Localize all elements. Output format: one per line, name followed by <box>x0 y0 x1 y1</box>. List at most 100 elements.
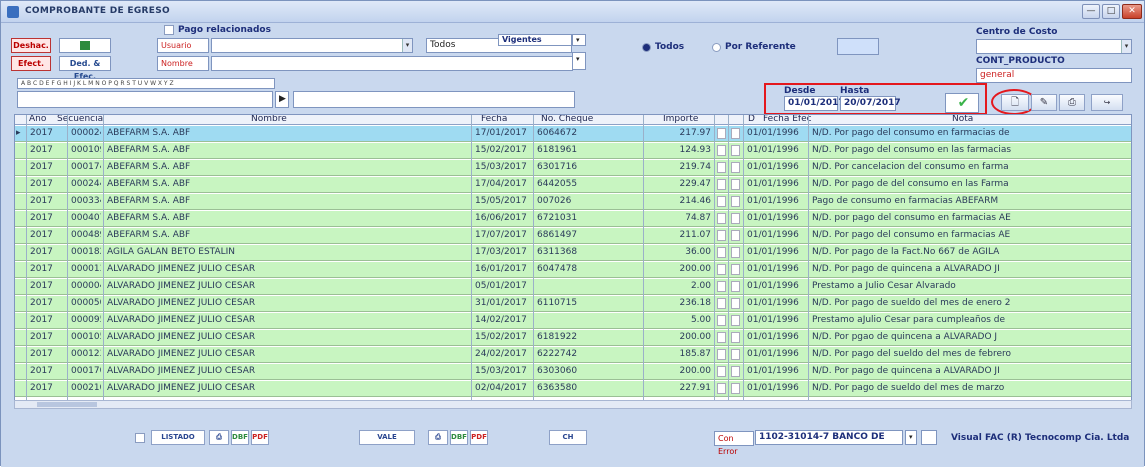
vale-printer-icon[interactable]: ⎙ <box>428 430 448 445</box>
table-row[interactable]: 2017 000004 ALVARADO JIMENEZ JULIO CESAR 05… <box>15 279 1131 295</box>
printer-icon[interactable]: ⎙ <box>209 430 229 445</box>
row-checkbox[interactable] <box>731 264 740 275</box>
pdf-icon-listado[interactable]: PDF <box>251 430 269 445</box>
row-checkbox[interactable] <box>731 162 740 173</box>
row-checkbox[interactable] <box>717 230 726 241</box>
row-checkbox[interactable] <box>731 315 740 326</box>
search-input-2[interactable] <box>293 91 575 108</box>
row-checkbox[interactable] <box>717 128 726 139</box>
banco-chevron-icon[interactable]: ▾ <box>905 430 917 445</box>
row-checkbox[interactable] <box>717 366 726 377</box>
new-document-icon[interactable]: 🗋 <box>1001 94 1029 111</box>
row-checkbox[interactable] <box>717 196 726 207</box>
row-checkbox[interactable] <box>731 179 740 190</box>
edit-icon[interactable]: ✎ <box>1031 94 1057 111</box>
table-row[interactable]: 2017 000174 ABEFARM S.A. ABF 15/03/2017 6301… <box>15 160 1131 176</box>
listado-button[interactable]: LISTADO <box>151 430 205 445</box>
banco-refresh-icon[interactable] <box>921 430 937 445</box>
col-importe[interactable]: Importe <box>663 115 698 124</box>
vigentes-chevron-icon[interactable]: ▾ <box>572 34 586 46</box>
close-button[interactable]: ✕ <box>1122 4 1142 19</box>
col-fecha[interactable]: Fecha <box>481 115 507 124</box>
referente-input[interactable] <box>837 38 879 55</box>
table-row[interactable]: 2017 000095 ALVARADO JIMENEZ JULIO CESAR 14… <box>15 313 1131 329</box>
nombre-input[interactable] <box>211 56 573 71</box>
search-input[interactable] <box>17 91 273 108</box>
col-no-cheque[interactable]: No. Cheque <box>541 115 593 124</box>
row-checkbox[interactable] <box>731 366 740 377</box>
referente-radio[interactable] <box>712 43 721 52</box>
table-row[interactable]: 2017 000024 ABEFARM S.A. ABF 17/01/2017 6064… <box>15 126 1131 142</box>
horizontal-scrollbar[interactable] <box>14 400 1132 409</box>
row-checkbox[interactable] <box>717 179 726 190</box>
alphabet-bar[interactable]: A B C D E F G H I J K L M N O P Q R S T … <box>17 78 275 89</box>
pdf-icon-vale[interactable]: PDF <box>470 430 488 445</box>
table-row[interactable]: 2017 000210 ALVARADO JIMENEZ JULIO CESAR 02… <box>15 381 1131 397</box>
desde-input[interactable]: 01/01/2017 <box>784 96 845 111</box>
scroll-thumb[interactable] <box>37 402 97 407</box>
row-checkbox[interactable] <box>731 247 740 258</box>
maximize-button[interactable]: □ <box>1102 4 1120 19</box>
col-secuencia[interactable]: Secuencia <box>57 115 103 124</box>
excel-button[interactable] <box>59 38 111 53</box>
efectivizar-button[interactable]: Efect. <box>11 56 51 71</box>
chevron-down-icon[interactable]: ▾ <box>1121 40 1131 53</box>
col-anio[interactable]: Año <box>29 115 46 124</box>
row-checkbox[interactable] <box>731 332 740 343</box>
minimize-button[interactable]: — <box>1082 4 1100 19</box>
table-row[interactable]: 2017 000244 ABEFARM S.A. ABF 17/04/2017 6442… <box>15 177 1131 193</box>
vale-button[interactable]: VALE <box>359 430 415 445</box>
chevron-down-icon[interactable]: ▾ <box>402 39 412 52</box>
row-checkbox[interactable] <box>731 349 740 360</box>
row-checkbox[interactable] <box>717 281 726 292</box>
ch-print-button[interactable]: CH <box>549 430 587 445</box>
banco-select[interactable]: 1102-31014-7 BANCO DE <box>755 430 903 445</box>
table-row[interactable]: 2017 000123 ALVARADO JIMENEZ JULIO CESAR 24… <box>15 347 1131 363</box>
col-nota[interactable]: Nota <box>952 115 973 124</box>
table-row[interactable]: 2017 000050 ALVARADO JIMENEZ JULIO CESAR 31… <box>15 296 1131 312</box>
play-icon[interactable]: ▶ <box>275 91 289 108</box>
row-checkbox[interactable] <box>731 128 740 139</box>
row-checkbox[interactable] <box>717 264 726 275</box>
row-checkbox[interactable] <box>731 213 740 224</box>
table-row[interactable]: 2017 000170 ALVARADO JIMENEZ JULIO CESAR 15… <box>15 364 1131 380</box>
col-d[interactable]: D <box>748 115 755 124</box>
centro-costo-select[interactable]: ▾ <box>976 39 1132 54</box>
row-checkbox[interactable] <box>717 298 726 309</box>
ded-efec-button[interactable]: Ded. & Efec. <box>59 56 111 81</box>
row-checkbox[interactable] <box>717 315 726 326</box>
row-checkbox[interactable] <box>717 213 726 224</box>
row-checkbox[interactable] <box>731 196 740 207</box>
table-row[interactable]: 2017 000489 ABEFARM S.A. ABF 17/07/2017 6861… <box>15 228 1131 244</box>
row-checkbox[interactable] <box>717 247 726 258</box>
table-row[interactable]: 2017 000182 AGILA GALAN BETO ESTALIN 17/03/… <box>15 245 1131 261</box>
table-row[interactable]: 2017 000407 ABEFARM S.A. ABF 16/06/2017 6721… <box>15 211 1131 227</box>
listado-checkbox[interactable] <box>135 433 145 443</box>
deshacer-button[interactable]: Deshac. <box>11 38 51 53</box>
row-checkbox[interactable] <box>717 145 726 156</box>
table-row[interactable]: 2017 000105 ALVARADO JIMENEZ JULIO CESAR 15… <box>15 330 1131 346</box>
print-icon[interactable]: ⎙ <box>1059 94 1085 111</box>
excel-icon-vale[interactable]: DBF <box>450 430 468 445</box>
row-checkbox[interactable] <box>717 162 726 173</box>
todos-chevron-icon[interactable]: ▾ <box>572 52 586 70</box>
row-checkbox[interactable] <box>717 383 726 394</box>
col-nombre[interactable]: Nombre <box>251 115 287 124</box>
usuario-input[interactable]: ▾ <box>211 38 413 53</box>
table-row[interactable]: 2017 000334 ABEFARM S.A. ABF 15/05/2017 0070… <box>15 194 1131 210</box>
apply-check-icon[interactable]: ✔ <box>945 93 979 113</box>
table-row[interactable]: 2017 000109 ABEFARM S.A. ABF 15/02/2017 6181… <box>15 143 1131 159</box>
todos-radio[interactable] <box>642 43 651 52</box>
row-checkbox[interactable] <box>717 349 726 360</box>
exit-icon[interactable]: ↪ <box>1091 94 1123 111</box>
hasta-input[interactable]: 20/07/2017 <box>840 96 901 111</box>
excel-icon-listado[interactable]: DBF <box>231 430 249 445</box>
row-checkbox[interactable] <box>731 281 740 292</box>
pago-relacionados-checkbox[interactable] <box>164 25 174 35</box>
row-checkbox[interactable] <box>731 298 740 309</box>
table-row[interactable]: 2017 000013 ALVARADO JIMENEZ JULIO CESAR 16… <box>15 262 1131 278</box>
col-fecha-efec[interactable]: Fecha Efec <box>763 115 812 124</box>
cont-producto-select[interactable]: general <box>976 68 1132 83</box>
row-checkbox[interactable] <box>731 230 740 241</box>
row-checkbox[interactable] <box>717 332 726 343</box>
